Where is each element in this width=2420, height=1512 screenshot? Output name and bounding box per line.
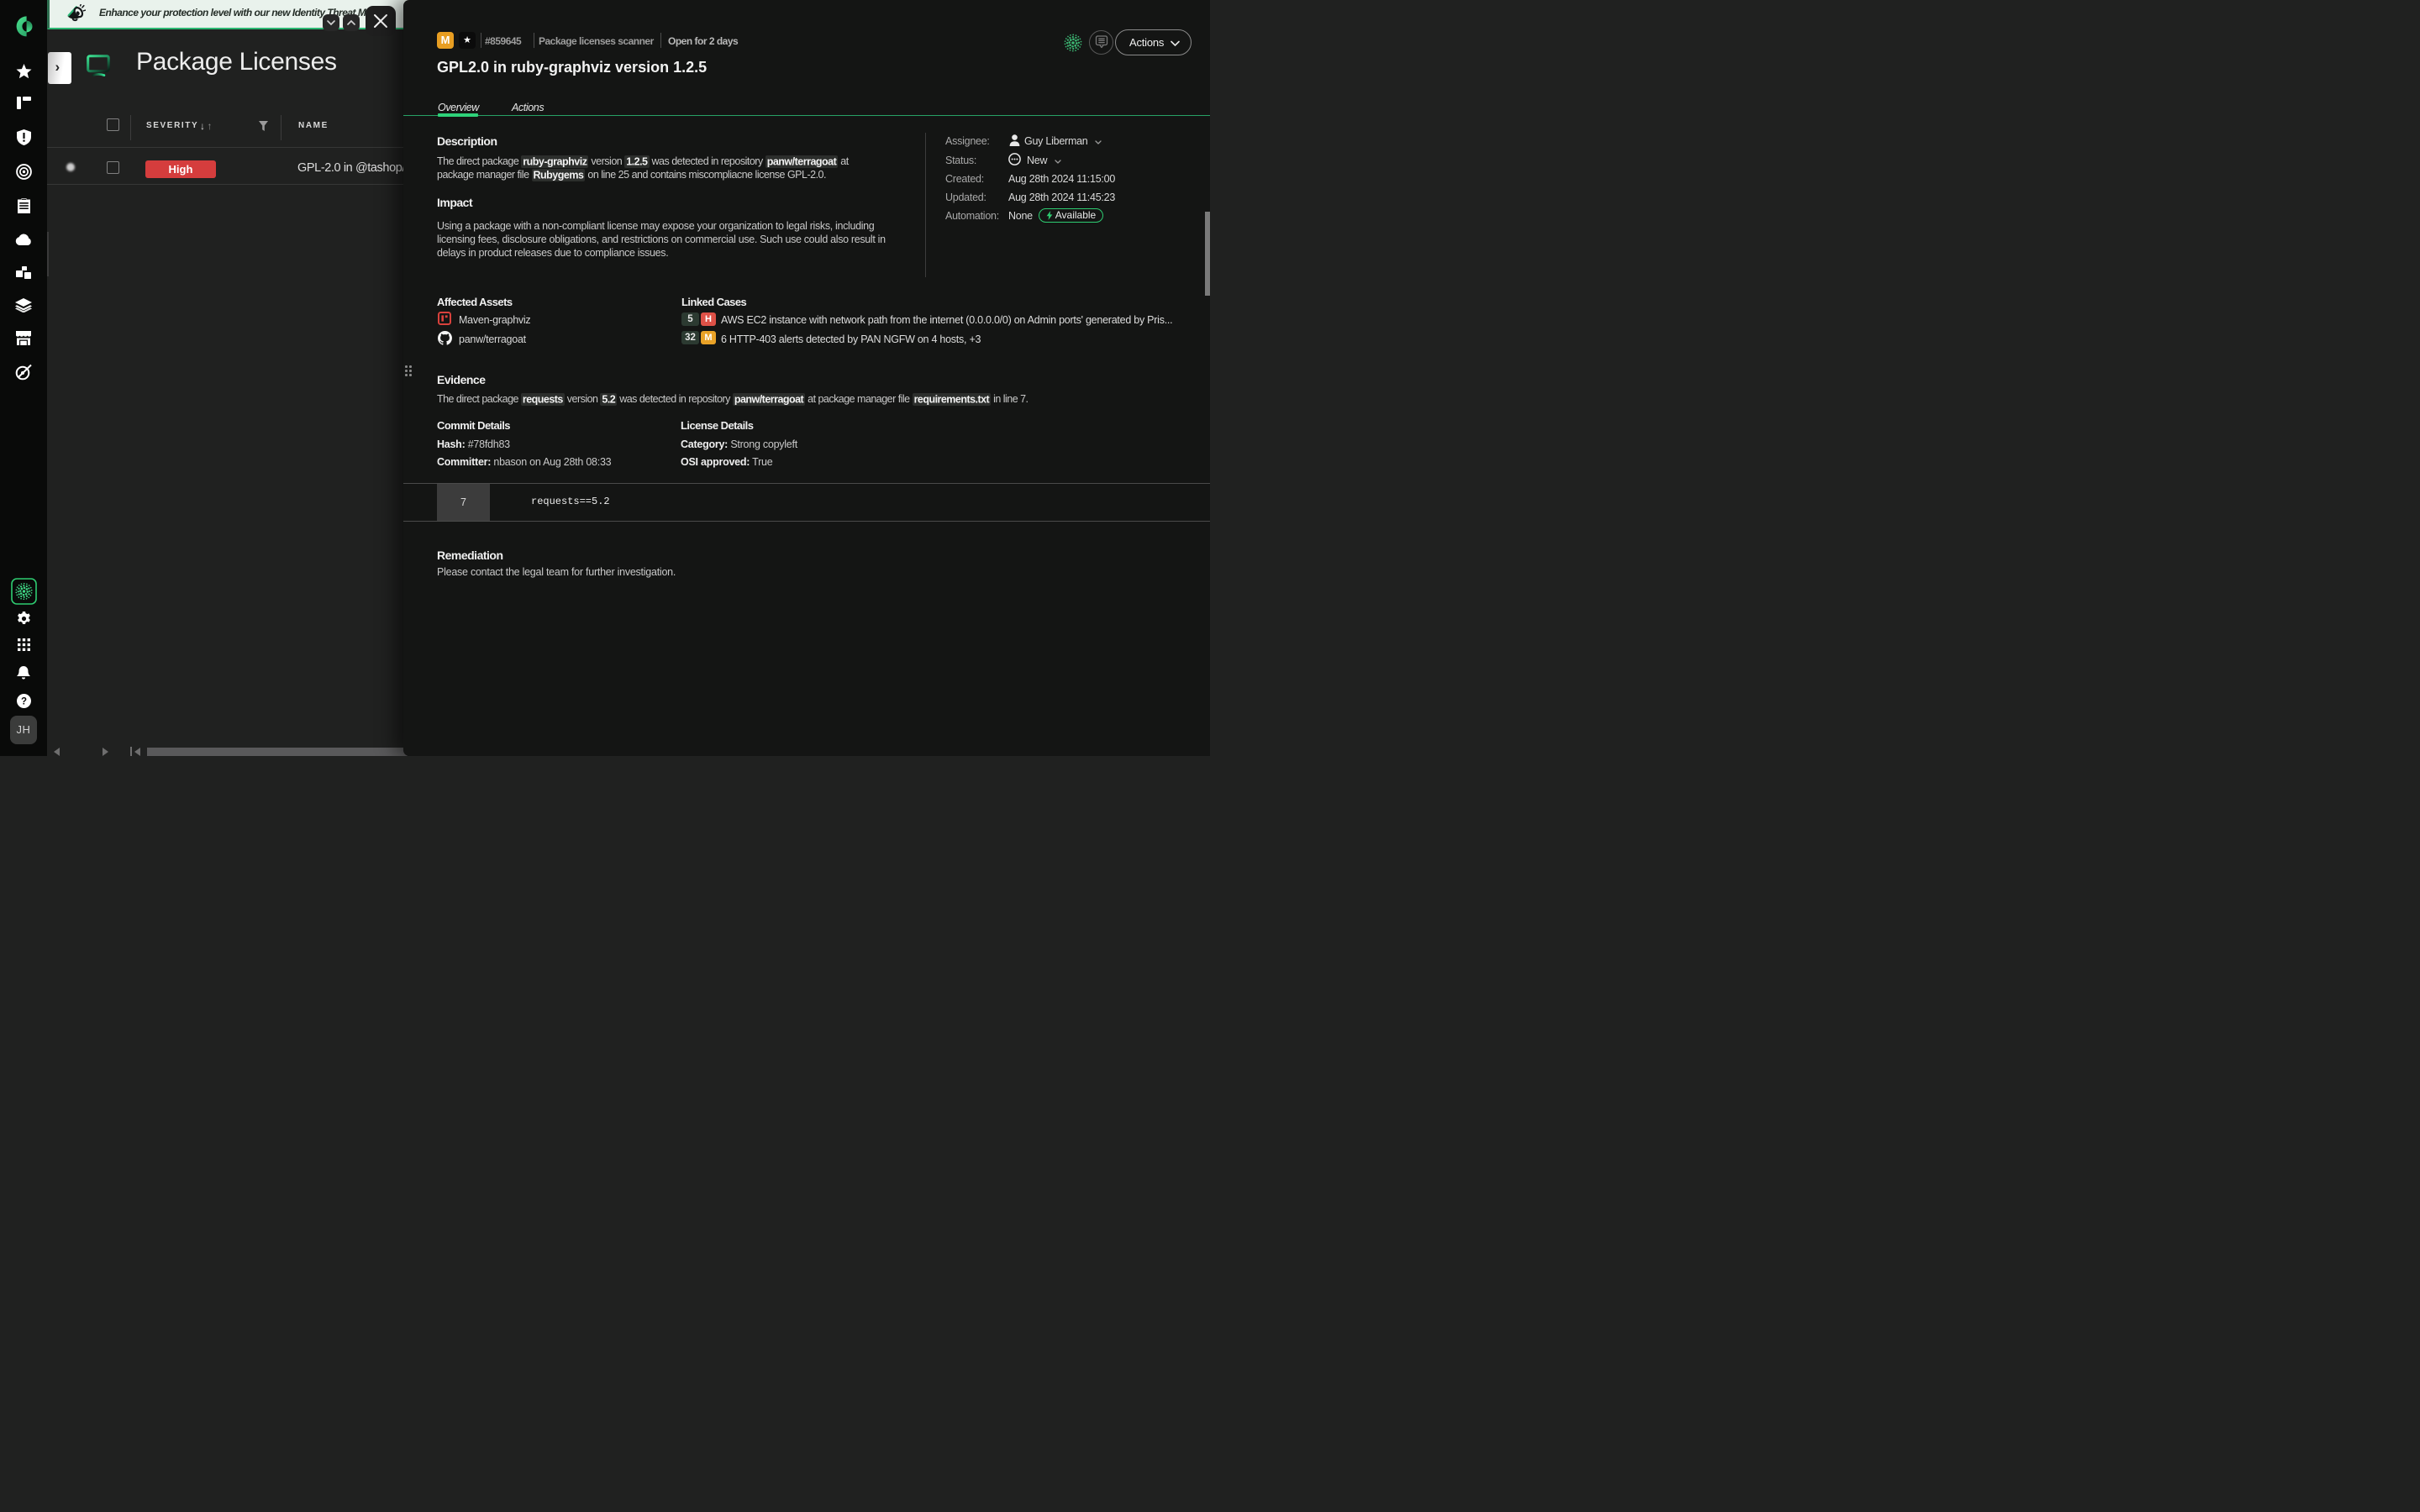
svg-text:?: ? [20,697,26,707]
